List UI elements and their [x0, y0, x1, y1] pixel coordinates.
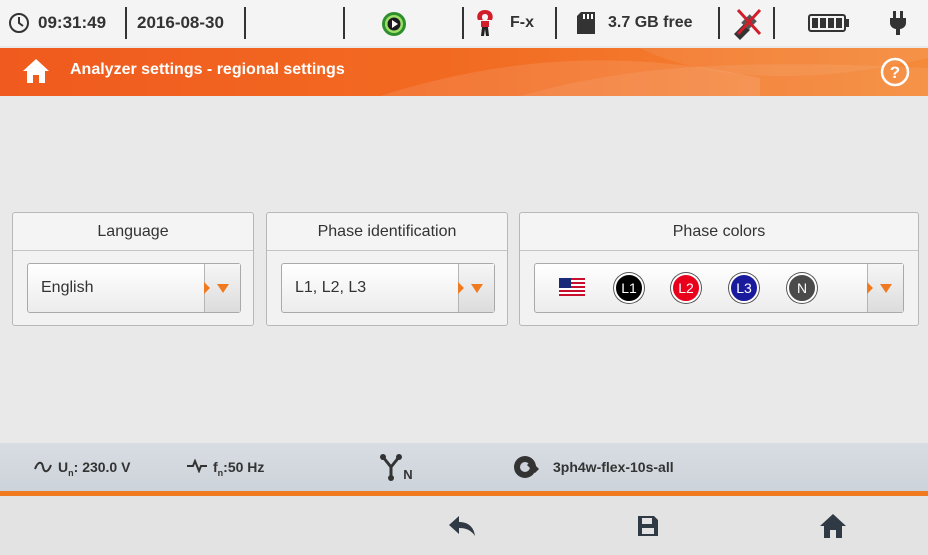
- divider: [125, 7, 127, 39]
- sd-card-icon: [576, 11, 596, 40]
- phase-l3-badge: L3: [729, 273, 759, 303]
- measurement-config-icon: [513, 453, 541, 486]
- nominal-frequency: fn:50 Hz: [213, 459, 265, 478]
- network-type-icon: N: [380, 453, 416, 486]
- phase-colors-panel: Phase colors L1 L2 L3 N: [519, 212, 919, 326]
- home-icon: [820, 513, 846, 538]
- dropdown-arrow-icon: [470, 283, 483, 293]
- divider: [343, 7, 345, 39]
- power-plug-icon: [889, 10, 907, 41]
- svg-text:N: N: [403, 467, 412, 481]
- language-label: Language: [13, 213, 253, 251]
- divider: [462, 7, 464, 39]
- language-value: English: [41, 279, 94, 296]
- status-date: 2016-08-30: [137, 13, 224, 32]
- page-title: Analyzer settings - regional settings: [70, 61, 345, 78]
- phase-colors-dropdown-button[interactable]: [867, 264, 903, 312]
- back-arrow-icon: [449, 515, 475, 536]
- measurement-info-bar: Un: 230.0 V fn:50 Hz N 3ph4w-flex-10s-al…: [0, 443, 928, 491]
- help-icon[interactable]: ?: [880, 57, 910, 92]
- phase-l2-badge: L2: [671, 273, 701, 303]
- dropdown-arrow-icon: [879, 283, 892, 293]
- usb-disconnected-icon: [728, 6, 764, 45]
- phase-n-badge: N: [787, 273, 817, 303]
- clock-icon: [8, 0, 30, 46]
- back-button[interactable]: [370, 496, 554, 555]
- battery-icon: [808, 14, 850, 37]
- storage-free: 3.7 GB free: [608, 14, 693, 31]
- language-dropdown-button[interactable]: [204, 264, 240, 312]
- toolbar-slot-2: [185, 496, 369, 555]
- phase-colors-label: Phase colors: [520, 213, 918, 251]
- phase-identification-label: Phase identification: [267, 213, 507, 251]
- home-button[interactable]: [741, 496, 925, 555]
- phase-identification-panel: Phase identification L1, L2, L3: [266, 212, 508, 326]
- language-select[interactable]: English: [27, 263, 241, 313]
- phase-identification-dropdown-button[interactable]: [458, 264, 494, 312]
- config-name: 3ph4w-flex-10s-all: [553, 459, 674, 475]
- divider: [773, 7, 775, 39]
- status-bar: 09:31:49 2016-08-30 F-x 3.7 GB free: [0, 0, 928, 46]
- svg-text:?: ?: [890, 63, 900, 82]
- divider: [555, 7, 557, 39]
- bottom-toolbar: [0, 496, 928, 555]
- nominal-voltage: Un: 230.0 V: [58, 459, 131, 478]
- divider: [718, 7, 720, 39]
- us-flag-icon: [559, 278, 585, 301]
- toolbar-slot-1: [0, 496, 184, 555]
- phase-l1-badge: L1: [614, 273, 644, 303]
- save-button[interactable]: [556, 496, 740, 555]
- phase-colors-select[interactable]: L1 L2 L3 N: [534, 263, 904, 313]
- recording-play-icon[interactable]: [381, 11, 407, 42]
- title-bar: Analyzer settings - regional settings ?: [0, 48, 928, 96]
- language-panel: Language English: [12, 212, 254, 326]
- divider: [244, 7, 246, 39]
- phase-colors-value: L1 L2 L3 N: [535, 264, 867, 312]
- clamp-type: F-x: [510, 14, 534, 31]
- status-time: 09:31:49: [38, 13, 107, 32]
- phase-identification-value: L1, L2, L3: [295, 279, 367, 296]
- phase-identification-select[interactable]: L1, L2, L3: [281, 263, 495, 313]
- ac-voltage-icon: [34, 460, 52, 478]
- floppy-disk-icon: [638, 515, 658, 536]
- dropdown-arrow-icon: [216, 283, 229, 293]
- clamp-icon: [474, 8, 496, 43]
- home-icon[interactable]: [22, 58, 50, 89]
- frequency-icon: [186, 458, 208, 478]
